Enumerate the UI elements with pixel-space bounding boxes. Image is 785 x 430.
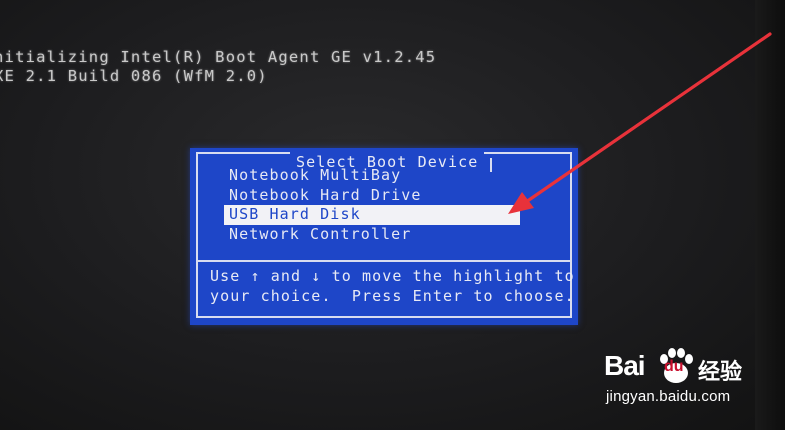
watermark-jingyan-text: 经验 (698, 360, 743, 385)
arrow-head (508, 192, 534, 214)
arrow-shaft (524, 32, 772, 204)
watermark-bai-text: Bai (604, 350, 646, 381)
baidu-jingyan-watermark: Bai du 经验 jingyan.baidu.com (604, 346, 754, 416)
watermark-du-text: du (664, 358, 684, 375)
watermark-url: jingyan.baidu.com (606, 388, 731, 405)
